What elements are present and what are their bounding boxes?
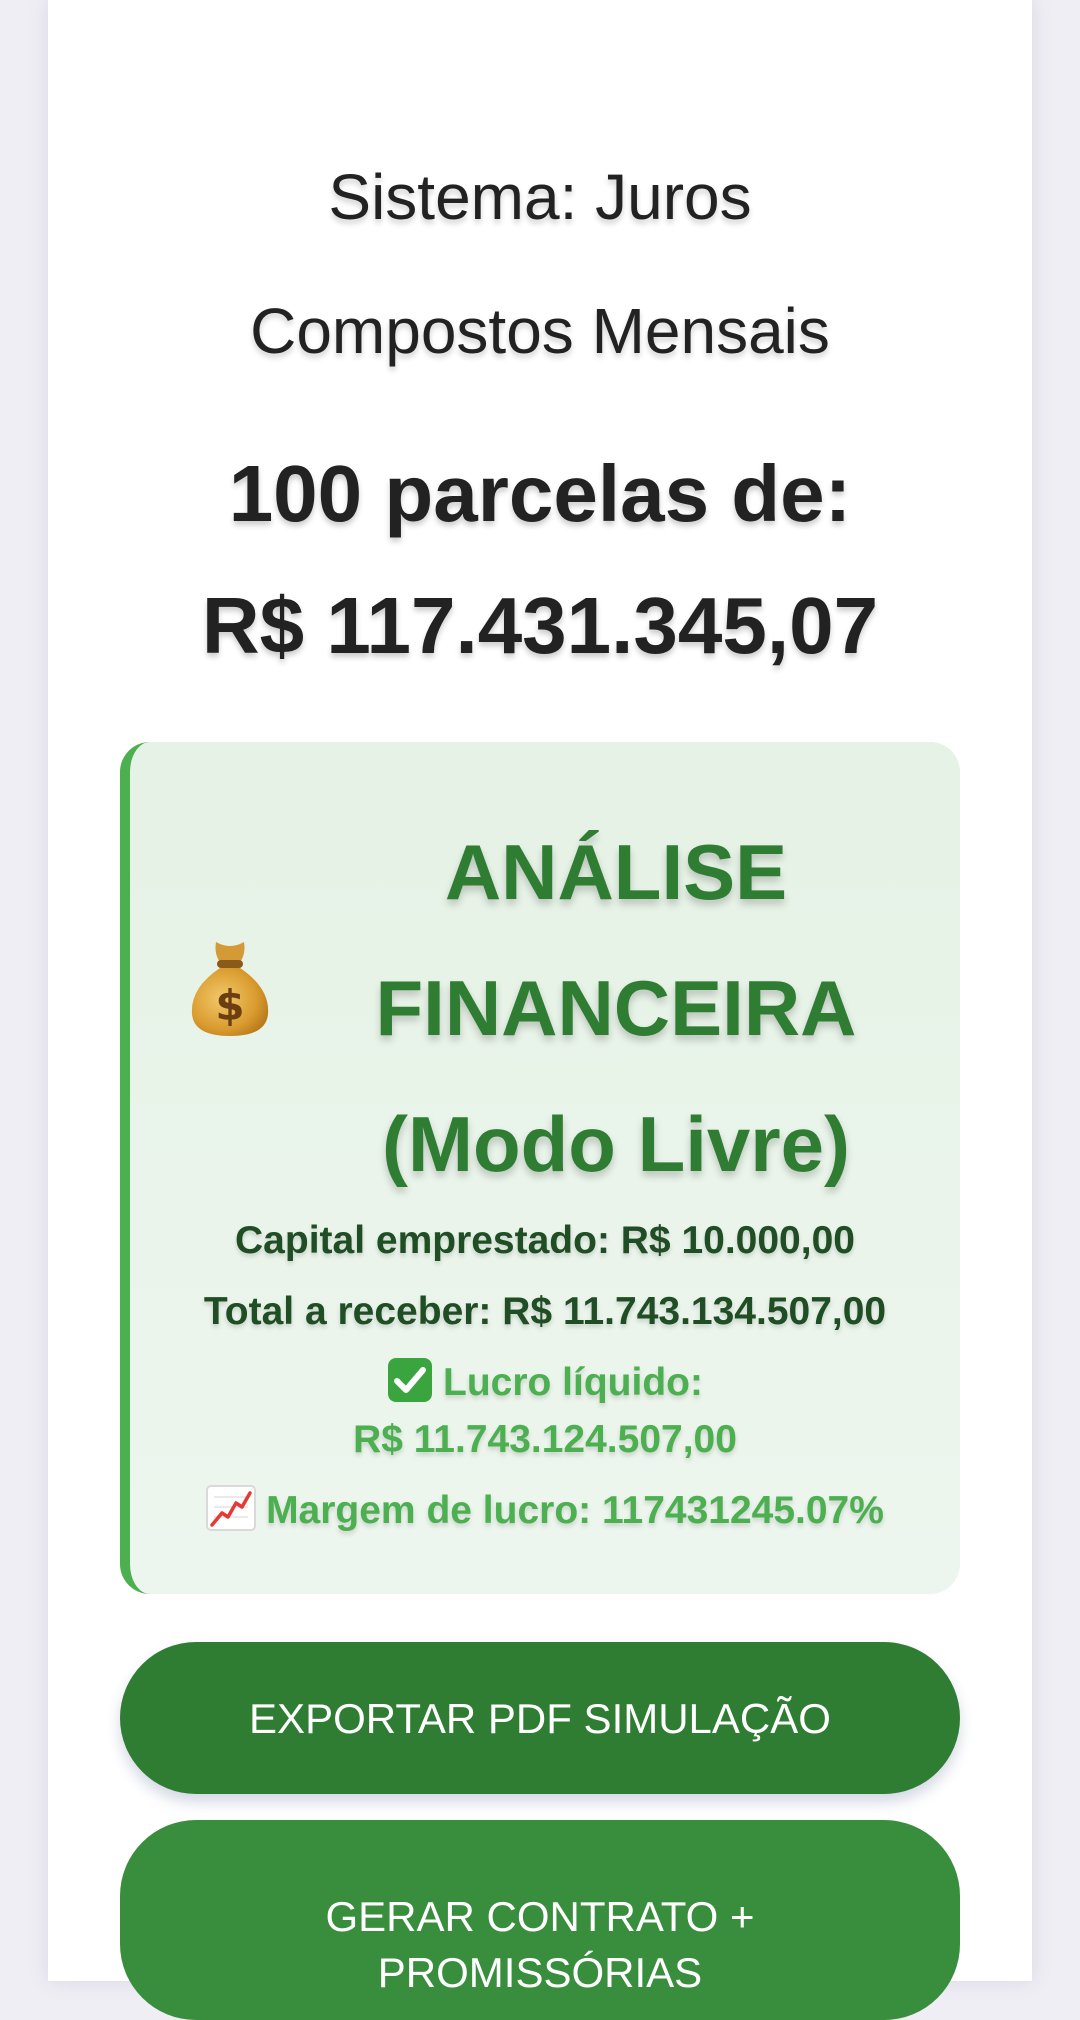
chart-increasing-icon [206,1485,257,1531]
capital-lent: Capital emprestado: R$ 10.000,00 [235,1219,855,1262]
export-pdf-button[interactable]: EXPORTAR PDF SIMULAÇÃO [120,1642,960,1794]
net-profit-label: Lucro líquido: [443,1361,703,1404]
installment-value: R$ 117.431.345,07 [201,581,879,670]
analysis-title: ANÁLISE FINANCEIRA (Modo Livre) [336,804,896,1212]
analysis-stats: Capital emprestado: R$ 10.000,00 Total a… [130,1212,960,1539]
system-title: Sistema: Juros Compostos Mensais [48,130,1032,398]
net-profit-label-row: Lucro líquido: [130,1354,960,1411]
result-panel: Sistema: Juros Compostos Mensais 100 par… [48,0,1032,2020]
net-profit-value: R$ 11.743.124.507,00 [353,1418,737,1461]
profit-margin-row: Margem de lucro: 117431245.07% [130,1482,960,1539]
analysis-title-line3: (Modo Livre) [382,1100,850,1188]
total-receivable: Total a receber: R$ 11.743.134.507,00 [203,1290,887,1333]
generate-contract-button[interactable]: GERAR CONTRATO + PROMISSÓRIAS [120,1820,960,2020]
installment-count: 100 parcelas de: [228,449,852,538]
generate-contract-line2: PROMISSÓRIAS [377,1948,703,1996]
installment-summary: 100 parcelas de: R$ 117.431.345,07 [48,428,1032,692]
analysis-title-line1: ANÁLISE [444,828,788,916]
money-bag-icon: $ [191,942,269,1036]
system-title-line2: Compostos Mensais [250,295,830,367]
check-mark-icon [388,1358,433,1402]
system-title-line1: Sistema: Juros [328,161,752,233]
svg-text:$: $ [215,981,244,1030]
generate-contract-line1: GERAR CONTRATO + [325,1892,755,1940]
financial-analysis-card: $ ANÁLISE FINANCEIRA (Modo Livre) Capita… [120,742,960,1594]
analysis-title-line2: FINANCEIRA [375,964,857,1052]
profit-margin: Margem de lucro: 117431245.07% [266,1489,884,1532]
